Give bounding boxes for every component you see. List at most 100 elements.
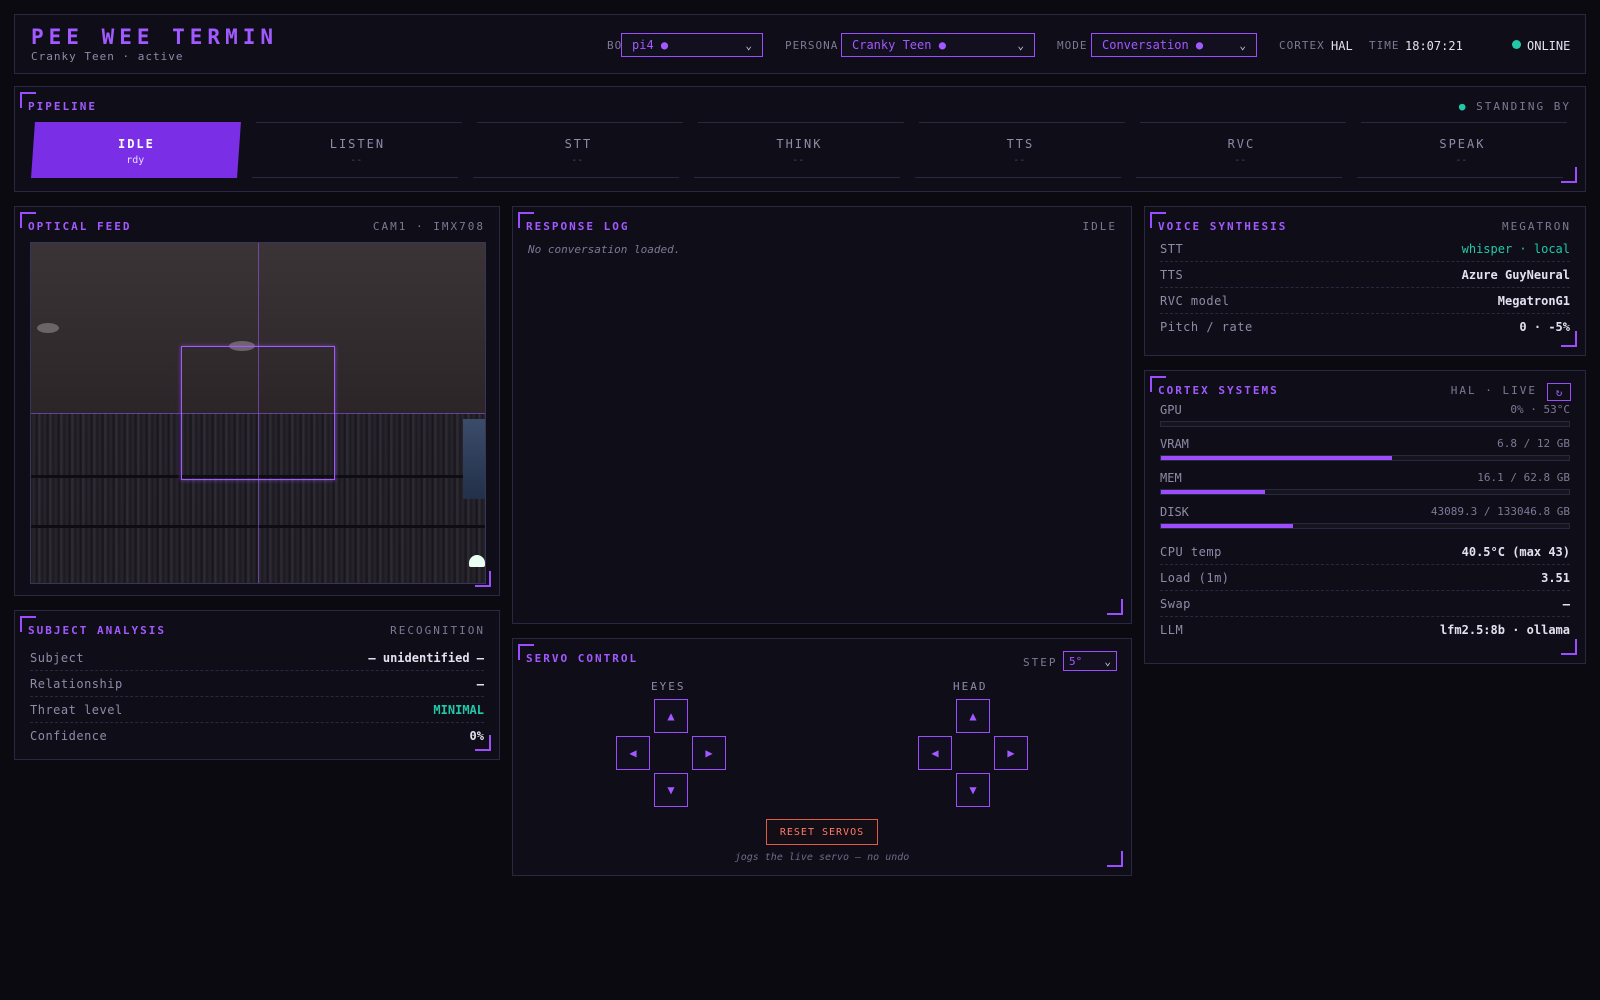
row-value: MINIMAL: [433, 702, 484, 717]
row-value: lfm2.5:8b · ollama: [1439, 623, 1570, 637]
meter-label: GPU: [1160, 403, 1182, 417]
disk-meter: DISK 43089.3 / 133046.8 GB: [1160, 505, 1570, 535]
stage-listen: LISTEN --: [252, 122, 462, 178]
persona-select[interactable]: Cranky Teen ● ⌄: [841, 33, 1035, 57]
status-dot-icon: ●: [1458, 100, 1468, 113]
chevron-down-icon: ⌄: [1104, 654, 1111, 668]
stage-tts: TTS --: [915, 122, 1125, 178]
meter-label: MEM: [1160, 471, 1182, 485]
row-key: Confidence: [30, 729, 108, 743]
row-key: Relationship: [30, 676, 123, 691]
rvc-model-row: RVC model MegatronG1: [1160, 288, 1570, 314]
mem-meter: MEM 16.1 / 62.8 GB: [1160, 471, 1570, 501]
cortex-label: CORTEX: [1279, 39, 1325, 52]
cortex-systems-panel: CORTEX SYSTEMS HAL · LIVE ↻ GPU 0% · 53°…: [1144, 370, 1586, 664]
meter-value: 6.8 / 12 GB: [1497, 437, 1570, 450]
stage-value: --: [1013, 155, 1026, 166]
bot-select-value: pi4 ●: [632, 38, 669, 52]
stage-name: IDLE: [117, 137, 155, 151]
swap-row: Swap –: [1160, 591, 1570, 617]
row-value: 0%: [469, 729, 484, 743]
chevron-down-icon: ⌄: [1239, 38, 1246, 52]
stage-name: STT: [564, 137, 593, 151]
eyes-label: EYES: [651, 680, 686, 693]
optical-feed-panel: OPTICAL FEED CAM1 · IMX708: [14, 206, 500, 596]
app-subtitle: Cranky Teen · active: [31, 50, 184, 63]
bot-select[interactable]: pi4 ● ⌄: [621, 33, 763, 57]
camera-feed: [30, 242, 486, 584]
meter-track: [1160, 523, 1570, 529]
confidence-row: Confidence 0%: [30, 723, 484, 749]
meter-value: 16.1 / 62.8 GB: [1477, 471, 1570, 484]
stage-value: --: [1455, 155, 1468, 166]
head-left-button[interactable]: ◀: [918, 736, 952, 770]
gpu-meter: GPU 0% · 53°C: [1160, 403, 1570, 433]
step-select[interactable]: 5° ⌄: [1063, 651, 1117, 671]
row-key: Swap: [1160, 596, 1191, 611]
eyes-down-button[interactable]: ▼: [654, 773, 688, 807]
feed-lamp: [469, 555, 485, 567]
online-status: ONLINE: [1527, 39, 1571, 53]
meter-value: 0% · 53°C: [1510, 403, 1570, 416]
llm-row: LLM lfm2.5:8b · ollama: [1160, 617, 1570, 643]
servo-title: SERVO CONTROL: [526, 652, 639, 665]
arrow-left-icon: ◀: [629, 746, 637, 760]
arrow-down-icon: ▼: [969, 783, 977, 797]
head-up-button[interactable]: ▲: [956, 699, 990, 733]
stage-rvc: RVC --: [1136, 122, 1346, 178]
refresh-icon: ↻: [1555, 385, 1563, 399]
stage-value: --: [792, 155, 805, 166]
tts-row: TTS Azure GuyNeural: [1160, 262, 1570, 288]
arrow-down-icon: ▼: [667, 783, 675, 797]
row-value: –: [476, 676, 484, 691]
pipeline-title: PIPELINE: [28, 100, 97, 113]
feed-window: [463, 419, 485, 499]
meter-track: [1160, 455, 1570, 461]
meter-track: [1160, 489, 1570, 495]
stage-value: --: [350, 155, 363, 166]
row-key: Load (1m): [1160, 570, 1230, 585]
eyes-left-button[interactable]: ◀: [616, 736, 650, 770]
step-label: STEP: [1023, 656, 1058, 669]
pipeline-panel: PIPELINE ● STANDING BY IDLE rdy LISTEN -…: [14, 86, 1586, 192]
stage-name: LISTEN: [329, 137, 386, 151]
stage-value: --: [571, 155, 584, 166]
stage-value: rdy: [126, 155, 145, 166]
stage-name: THINK: [776, 137, 823, 151]
status-dot-icon: [1512, 40, 1521, 49]
row-key: RVC model: [1160, 293, 1230, 308]
pipeline-status: ● STANDING BY: [1459, 100, 1571, 113]
arrow-right-icon: ▶: [705, 746, 713, 760]
meter-fill: [1161, 524, 1294, 528]
meter-label: DISK: [1160, 505, 1189, 519]
row-key: Threat level: [30, 702, 123, 717]
stage-stt: STT --: [473, 122, 683, 178]
pipeline-status-text: STANDING BY: [1476, 100, 1571, 113]
voice-title: VOICE SYNTHESIS: [1158, 220, 1288, 233]
subject-analysis-panel: SUBJECT ANALYSIS RECOGNITION Subject – u…: [14, 610, 500, 760]
meter-label: VRAM: [1160, 437, 1189, 451]
row-key: Subject: [30, 650, 85, 665]
row-key: STT: [1160, 241, 1184, 256]
refresh-button[interactable]: ↻: [1547, 383, 1571, 401]
head-down-button[interactable]: ▼: [956, 773, 990, 807]
eyes-right-button[interactable]: ▶: [692, 736, 726, 770]
reset-servos-button[interactable]: RESET SERVOS: [766, 819, 878, 845]
row-key: TTS: [1160, 267, 1184, 282]
subject-meta: RECOGNITION: [390, 624, 485, 637]
row-key: LLM: [1160, 623, 1184, 637]
head-right-button[interactable]: ▶: [994, 736, 1028, 770]
eyes-up-button[interactable]: ▲: [654, 699, 688, 733]
row-value: 3.51: [1541, 570, 1570, 585]
meter-track: [1160, 421, 1570, 427]
log-empty-text: No conversation loaded.: [528, 243, 681, 256]
subject-title: SUBJECT ANALYSIS: [28, 624, 166, 637]
cortex-title: CORTEX SYSTEMS: [1158, 384, 1279, 397]
mode-select[interactable]: Conversation ● ⌄: [1091, 33, 1257, 57]
optical-title: OPTICAL FEED: [28, 220, 132, 233]
voice-meta: MEGATRON: [1502, 220, 1571, 233]
camera-info: CAM1 · IMX708: [372, 220, 485, 233]
cortex-meta: HAL · LIVE: [1450, 384, 1537, 397]
arrow-right-icon: ▶: [1007, 746, 1015, 760]
time-value: 18:07:21: [1405, 39, 1463, 53]
